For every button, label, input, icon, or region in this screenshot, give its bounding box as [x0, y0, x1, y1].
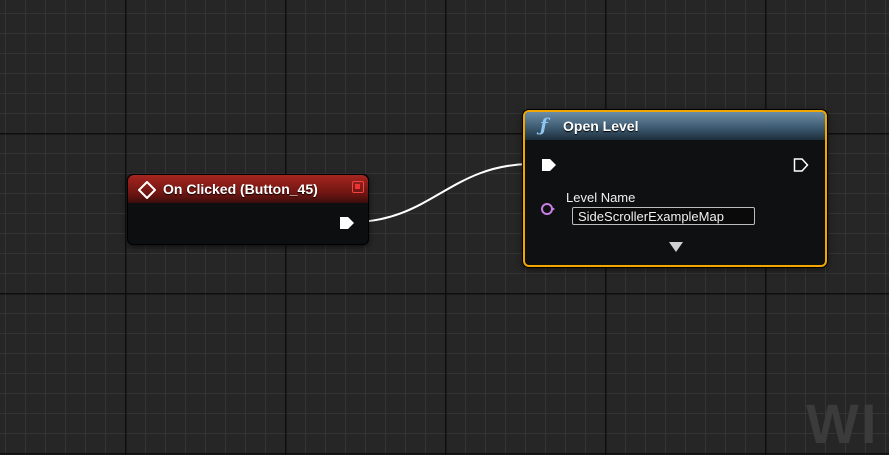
exec-input-pin-icon[interactable] — [541, 157, 557, 173]
level-name-field[interactable] — [572, 207, 755, 225]
function-node-open-level[interactable]: ƒ Open Level Level Name — [523, 110, 827, 267]
function-node-header[interactable]: ƒ Open Level — [525, 112, 825, 140]
exec-output-pin-icon[interactable] — [793, 157, 809, 173]
level-name-label: Level Name — [566, 190, 636, 205]
watermark: WI — [806, 392, 879, 455]
event-node-title: On Clicked (Button_45) — [163, 181, 318, 197]
advanced-expand-icon[interactable] — [669, 242, 683, 252]
name-input-pin-icon[interactable] — [541, 202, 555, 216]
exec-output-pin-icon[interactable] — [339, 215, 355, 231]
event-node-header[interactable]: On Clicked (Button_45) — [128, 175, 368, 203]
function-node-title: Open Level — [563, 118, 639, 134]
event-node-on-clicked[interactable]: On Clicked (Button_45) — [127, 174, 369, 245]
function-icon: ƒ — [540, 115, 548, 136]
delegate-pin[interactable] — [352, 181, 364, 193]
event-diamond-icon — [138, 181, 156, 199]
